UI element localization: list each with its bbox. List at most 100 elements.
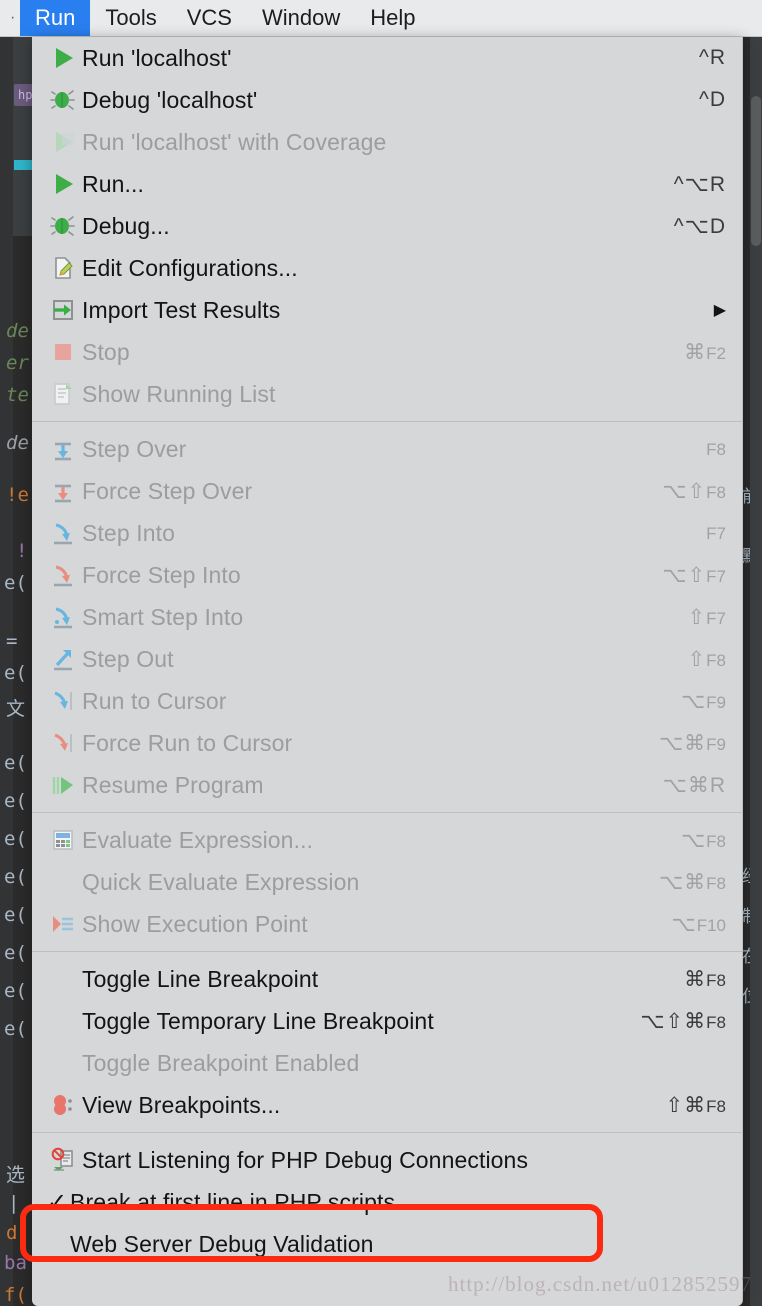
code-fragment: e( bbox=[4, 980, 27, 1002]
menu-item-toggle-temporary-line-breakpoint[interactable]: Toggle Temporary Line Breakpoint ⌥⇧⌘F8 bbox=[32, 1000, 742, 1042]
code-fragment: 文 bbox=[6, 698, 26, 720]
menu-item-view-breakpoints[interactable]: View Breakpoints... ⇧⌘F8 bbox=[32, 1084, 742, 1126]
menu-item-label: Force Run to Cursor bbox=[82, 729, 293, 756]
code-fragment: ! bbox=[16, 540, 28, 562]
code-fragment: e( bbox=[4, 866, 27, 888]
menu-item-label: Start Listening for PHP Debug Connection… bbox=[82, 1146, 529, 1173]
evaluate-expression-icon bbox=[44, 824, 82, 856]
editor-file-tab-label: hp bbox=[18, 88, 33, 102]
menu-item-web-server-debug-validation[interactable]: Web Server Debug Validation bbox=[32, 1223, 742, 1265]
step-into-icon bbox=[44, 517, 82, 549]
menu-item-start-listening-for-php-debug-connections[interactable]: Start Listening for PHP Debug Connection… bbox=[32, 1139, 742, 1181]
menu-icon-placeholder bbox=[44, 866, 82, 898]
menu-item-toggle-line-breakpoint[interactable]: Toggle Line Breakpoint ⌘F8 bbox=[32, 958, 742, 1000]
code-fragment: te bbox=[6, 384, 29, 406]
menu-icon-placeholder bbox=[44, 1047, 82, 1079]
run-green-triangle-icon bbox=[44, 168, 82, 200]
menu-item-stop: Stop ⌘F2 bbox=[32, 331, 742, 373]
menubar-item-run[interactable]: Run bbox=[20, 0, 91, 36]
code-fragment: er bbox=[6, 352, 29, 374]
menu-separator bbox=[32, 421, 742, 422]
menubar-item-help[interactable]: Help bbox=[355, 0, 430, 36]
menu-item-show-execution-point: Show Execution Point ⌥F10 bbox=[32, 903, 742, 945]
menu-item-import-test-results[interactable]: Import Test Results ▶ bbox=[32, 289, 742, 331]
code-fragment: 选 bbox=[6, 1164, 26, 1186]
code-fragment: e( bbox=[4, 1018, 27, 1040]
smart-step-into-icon bbox=[44, 601, 82, 633]
menu-item-label: Toggle Temporary Line Breakpoint bbox=[82, 1007, 434, 1034]
menu-item-shortcut: ^⌥R bbox=[673, 172, 726, 196]
run-dropdown-menu[interactable]: Run 'localhost' ^R Debug 'localhost' ^D Run … bbox=[32, 37, 743, 1306]
menu-item-shortcut: ^⌥D bbox=[673, 214, 726, 238]
menu-item-shortcut: ⌥F10 bbox=[671, 912, 727, 936]
menubar-item-tools[interactable]: Tools bbox=[90, 0, 171, 36]
code-fragment: de bbox=[6, 432, 29, 454]
menu-item-quick-evaluate-expression: Quick Evaluate Expression ⌥⌘F8 bbox=[32, 861, 742, 903]
debug-green-bug-icon bbox=[44, 210, 82, 242]
code-fragment: de bbox=[6, 320, 29, 342]
menu-item-run-localhost[interactable]: Run 'localhost' ^R bbox=[32, 37, 742, 79]
menu-item-shortcut: ⇧F8 bbox=[687, 647, 726, 671]
menu-item-label: Step Out bbox=[82, 645, 174, 672]
menu-item-label: Toggle Line Breakpoint bbox=[82, 965, 319, 992]
force-step-over-icon bbox=[44, 475, 82, 507]
menu-item-label: View Breakpoints... bbox=[82, 1091, 281, 1118]
menu-item-run-localhost-with-coverage: Run 'localhost' with Coverage bbox=[32, 121, 742, 163]
import-arrow-icon bbox=[44, 294, 82, 326]
menu-item-shortcut: ⌘F2 bbox=[684, 340, 726, 364]
menubar-item-vcs[interactable]: VCS bbox=[172, 0, 247, 36]
edit-configurations-pencil-icon bbox=[44, 252, 82, 284]
menu-item-edit-configurations[interactable]: Edit Configurations... bbox=[32, 247, 742, 289]
menu-icon-placeholder bbox=[44, 963, 82, 995]
menu-bar: · Run Tools VCS Window Help bbox=[0, 0, 762, 37]
menu-separator bbox=[32, 1132, 742, 1133]
menu-item-label: Quick Evaluate Expression bbox=[82, 868, 360, 895]
step-out-icon bbox=[44, 643, 82, 675]
debug-green-bug-icon bbox=[44, 84, 82, 116]
code-fragment: ba bbox=[4, 1252, 27, 1274]
code-fragment: f( bbox=[4, 1284, 27, 1306]
code-fragment: e( bbox=[4, 662, 27, 684]
code-fragment: e( bbox=[4, 790, 27, 812]
menu-item-smart-step-into: Smart Step Into ⇧F7 bbox=[32, 596, 742, 638]
menu-item-shortcut: ⌥⌘F9 bbox=[658, 731, 726, 755]
menu-separator bbox=[32, 951, 742, 952]
view-breakpoints-icon bbox=[44, 1089, 82, 1121]
menu-item-label: Force Step Into bbox=[82, 561, 241, 588]
menu-item-debug[interactable]: Debug... ^⌥D bbox=[32, 205, 742, 247]
code-fragment: e( bbox=[4, 752, 27, 774]
menu-item-label: Resume Program bbox=[82, 771, 264, 798]
menu-item-force-step-into: Force Step Into ⌥⇧F7 bbox=[32, 554, 742, 596]
menu-item-step-over: Step Over F8 bbox=[32, 428, 742, 470]
run-to-cursor-icon bbox=[44, 685, 82, 717]
php-listen-icon bbox=[44, 1144, 82, 1176]
menu-item-shortcut: ⌥⇧F7 bbox=[662, 563, 726, 587]
menu-item-label: Edit Configurations... bbox=[82, 254, 298, 281]
code-fragment: = bbox=[6, 630, 18, 652]
chevron-right-icon: ▶ bbox=[713, 302, 726, 319]
menu-item-shortcut: ⇧F7 bbox=[687, 605, 726, 629]
menubar-item-window[interactable]: Window bbox=[247, 0, 355, 36]
code-fragment: d bbox=[6, 1222, 18, 1244]
editor-scrollbar-thumb[interactable] bbox=[751, 96, 761, 246]
coverage-icon bbox=[44, 126, 82, 158]
menu-item-label: Smart Step Into bbox=[82, 603, 244, 630]
checkmark-icon: ✓ bbox=[46, 1188, 68, 1216]
menu-item-run[interactable]: Run... ^⌥R bbox=[32, 163, 742, 205]
menu-item-show-running-list: Show Running List bbox=[32, 373, 742, 415]
menu-item-shortcut: ⌥F9 bbox=[680, 689, 726, 713]
menu-item-shortcut: ⌥F8 bbox=[680, 828, 726, 852]
menu-item-break-at-first-line-in-php-scripts[interactable]: ✓ Break at first line in PHP scripts bbox=[32, 1181, 742, 1223]
menu-item-label: Debug... bbox=[82, 212, 170, 239]
show-execution-point-icon bbox=[44, 908, 82, 940]
watermark: http://blog.csdn.net/u012852597 bbox=[448, 1272, 752, 1296]
menu-item-shortcut: ⌥⌘R bbox=[662, 773, 726, 797]
code-fragment: e( bbox=[4, 828, 27, 850]
code-fragment: e( bbox=[4, 942, 27, 964]
menu-item-debug-localhost[interactable]: Debug 'localhost' ^D bbox=[32, 79, 742, 121]
menu-item-label: Break at first line in PHP scripts bbox=[70, 1188, 396, 1215]
menu-item-shortcut: ⌥⇧F8 bbox=[662, 479, 726, 503]
editor-scrollbar[interactable] bbox=[750, 36, 762, 1306]
menu-item-label: Stop bbox=[82, 338, 130, 365]
menu-item-shortcut: F8 bbox=[706, 440, 726, 459]
